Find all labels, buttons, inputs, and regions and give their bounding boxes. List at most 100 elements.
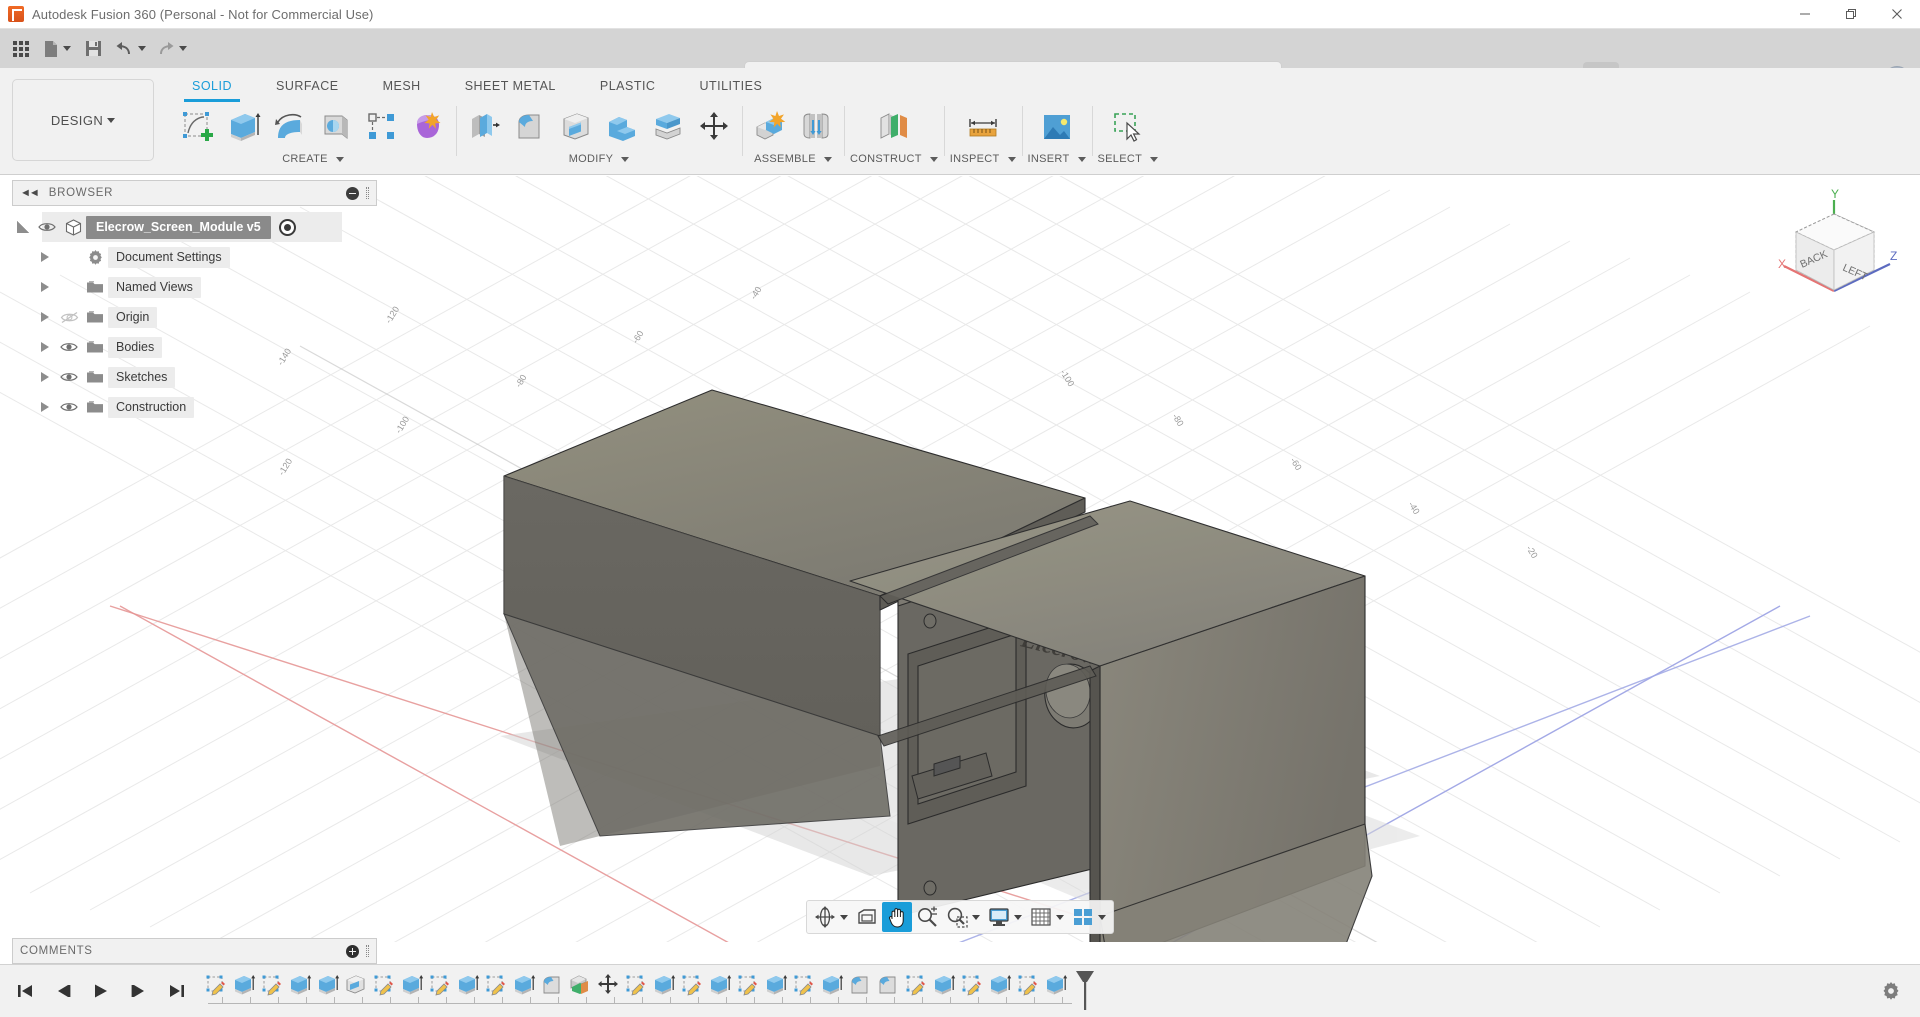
revolve-icon[interactable] bbox=[268, 103, 312, 151]
fillet-icon[interactable] bbox=[508, 103, 552, 151]
timeline-feature-extrude[interactable] bbox=[230, 969, 258, 1001]
tab-mesh[interactable]: MESH bbox=[361, 76, 443, 98]
move-copy-icon[interactable] bbox=[692, 103, 736, 151]
insert-image-icon[interactable] bbox=[1035, 103, 1079, 151]
timeline-feature-shell[interactable] bbox=[342, 969, 370, 1001]
fit-icon[interactable] bbox=[942, 902, 984, 932]
timeline-feature-sketch[interactable] bbox=[958, 969, 986, 1001]
new-document-button[interactable] bbox=[38, 33, 76, 65]
press-pull-icon[interactable] bbox=[462, 103, 506, 151]
redo-button[interactable] bbox=[151, 33, 192, 65]
timeline-feature-combine[interactable] bbox=[566, 969, 594, 1001]
activate-component-radio[interactable] bbox=[279, 219, 296, 236]
timeline-feature-sketch[interactable] bbox=[678, 969, 706, 1001]
timeline-feature-move[interactable] bbox=[594, 969, 622, 1001]
grid-snaps-icon[interactable] bbox=[1026, 902, 1068, 932]
look-at-icon[interactable] bbox=[852, 902, 882, 932]
expand-toggle-sketches[interactable] bbox=[34, 372, 56, 382]
timeline-feature-sketch[interactable] bbox=[482, 969, 510, 1001]
panel-grip[interactable] bbox=[366, 945, 369, 957]
expand-toggle-construction[interactable] bbox=[34, 402, 56, 412]
display-settings-icon[interactable] bbox=[984, 902, 1026, 932]
timeline-feature-extrude[interactable] bbox=[1042, 969, 1070, 1001]
tree-node-document-settings[interactable]: Document Settings bbox=[12, 242, 372, 272]
combine-icon[interactable] bbox=[600, 103, 644, 151]
timeline-feature-extrude[interactable] bbox=[454, 969, 482, 1001]
minimize-button[interactable] bbox=[1782, 0, 1828, 29]
plus-circle-icon[interactable] bbox=[346, 945, 359, 958]
play-icon[interactable] bbox=[86, 976, 116, 1006]
tab-sheet-metal[interactable]: SHEET METAL bbox=[443, 76, 578, 98]
hole-icon[interactable] bbox=[314, 103, 358, 151]
close-button[interactable] bbox=[1874, 0, 1920, 29]
view-cube[interactable]: X Y Z BACK LEFT bbox=[1772, 186, 1902, 311]
app-grid-icon[interactable] bbox=[4, 33, 38, 65]
visibility-icon-origin-hidden[interactable] bbox=[56, 311, 82, 324]
tree-node-construction[interactable]: Construction bbox=[12, 392, 372, 422]
timeline-feature-extrude[interactable] bbox=[286, 969, 314, 1001]
save-button[interactable] bbox=[76, 33, 110, 65]
timeline-feature-fillet[interactable] bbox=[538, 969, 566, 1001]
timeline-feature-extrude[interactable] bbox=[398, 969, 426, 1001]
visibility-icon-construction[interactable] bbox=[56, 401, 82, 413]
tab-plastic[interactable]: PLASTIC bbox=[578, 76, 678, 98]
select-window-icon[interactable] bbox=[1106, 103, 1150, 151]
double-chevron-left-icon[interactable]: ◄◄ bbox=[20, 187, 38, 199]
timeline-feature-extrude[interactable] bbox=[930, 969, 958, 1001]
restore-button[interactable] bbox=[1828, 0, 1874, 29]
skip-back-icon[interactable] bbox=[10, 976, 40, 1006]
step-back-icon[interactable] bbox=[48, 976, 78, 1006]
tab-surface[interactable]: SURFACE bbox=[254, 76, 361, 98]
visibility-icon-sketches[interactable] bbox=[56, 371, 82, 383]
minus-circle-icon[interactable] bbox=[346, 187, 359, 200]
tab-utilities[interactable]: UTILITIES bbox=[677, 76, 784, 98]
step-forward-icon[interactable] bbox=[124, 976, 154, 1006]
timeline-feature-sketch[interactable] bbox=[370, 969, 398, 1001]
orbit-icon[interactable] bbox=[810, 902, 852, 932]
timeline-marker-icon[interactable] bbox=[1072, 969, 1098, 1011]
expand-toggle-root[interactable] bbox=[12, 221, 34, 233]
timeline-feature-sketch[interactable] bbox=[622, 969, 650, 1001]
expand-toggle-origin[interactable] bbox=[34, 312, 56, 322]
form-icon[interactable] bbox=[406, 103, 450, 151]
visibility-icon-bodies[interactable] bbox=[56, 341, 82, 353]
timeline-feature-sketch[interactable] bbox=[426, 969, 454, 1001]
comments-panel-header[interactable]: COMMENTS bbox=[12, 938, 377, 964]
tree-node-root[interactable]: Elecrow_Screen_Module v5 bbox=[12, 212, 372, 242]
timeline-feature-sketch[interactable] bbox=[1014, 969, 1042, 1001]
pattern-icon[interactable] bbox=[360, 103, 404, 151]
tab-solid[interactable]: SOLID bbox=[170, 76, 254, 98]
workspace-switcher[interactable]: DESIGN bbox=[12, 79, 154, 161]
tree-node-named-views[interactable]: Named Views bbox=[12, 272, 372, 302]
timeline-feature-extrude[interactable] bbox=[762, 969, 790, 1001]
timeline-feature-extrude[interactable] bbox=[650, 969, 678, 1001]
timeline-feature-extrude[interactable] bbox=[706, 969, 734, 1001]
tree-node-bodies[interactable]: Bodies bbox=[12, 332, 372, 362]
timeline-feature-sketch[interactable] bbox=[734, 969, 762, 1001]
timeline-track[interactable] bbox=[202, 969, 1098, 1013]
timeline-feature-extrude[interactable] bbox=[510, 969, 538, 1001]
timeline-feature-extrude[interactable] bbox=[314, 969, 342, 1001]
measure-icon[interactable] bbox=[961, 103, 1005, 151]
split-face-icon[interactable] bbox=[646, 103, 690, 151]
timeline-feature-sketch[interactable] bbox=[790, 969, 818, 1001]
panel-grip[interactable] bbox=[366, 187, 369, 199]
timeline-feature-fillet[interactable] bbox=[846, 969, 874, 1001]
skip-end-icon[interactable] bbox=[162, 976, 192, 1006]
joint-icon[interactable] bbox=[794, 103, 838, 151]
timeline-feature-fillet[interactable] bbox=[874, 969, 902, 1001]
extrude-icon[interactable] bbox=[222, 103, 266, 151]
timeline-feature-extrude[interactable] bbox=[986, 969, 1014, 1001]
expand-toggle-document-settings[interactable] bbox=[34, 252, 56, 262]
expand-toggle-bodies[interactable] bbox=[34, 342, 56, 352]
visibility-icon-root[interactable] bbox=[34, 221, 60, 233]
new-component-icon[interactable] bbox=[748, 103, 792, 151]
create-sketch-icon[interactable] bbox=[176, 103, 220, 151]
pan-hand-icon[interactable] bbox=[882, 902, 912, 932]
timeline-feature-sketch[interactable] bbox=[202, 969, 230, 1001]
timeline-settings-gear-icon[interactable] bbox=[1876, 976, 1906, 1006]
timeline-feature-extrude[interactable] bbox=[818, 969, 846, 1001]
offset-plane-icon[interactable] bbox=[872, 103, 916, 151]
shell-icon[interactable] bbox=[554, 103, 598, 151]
timeline-feature-sketch[interactable] bbox=[258, 969, 286, 1001]
